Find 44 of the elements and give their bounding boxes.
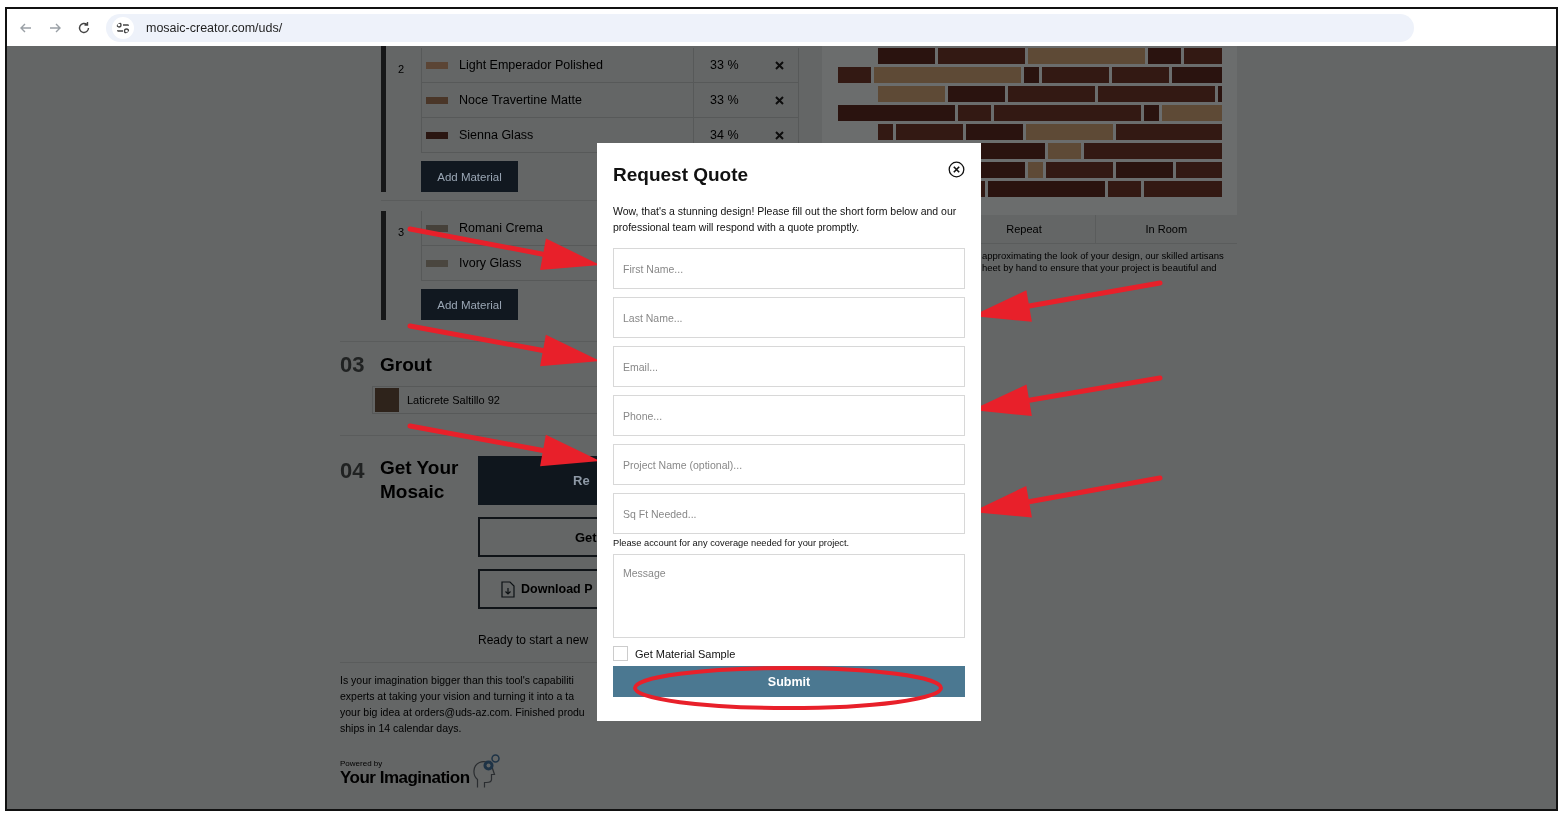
remove-icon[interactable] [775,95,784,105]
material-row[interactable]: Light Emperador Polished 33 % [421,48,799,83]
footer-paragraph: Is your imagination bigger than this tool's capabiliti experts at taking your vision and turning it into a ta your big idea at orders@uds-az.com. Finished produ ships in 14 calendar days. [340,673,585,736]
view-tab[interactable]: In Room [1094,215,1237,243]
head-gears-icon [471,754,500,788]
input-field[interactable]: Project Name (optional)... [613,444,965,485]
powered-by-caption: Powered by [340,759,384,768]
logo-wordmark: Your Imagination [340,768,470,788]
add-material-button[interactable]: Add Material [421,289,518,320]
url-text: mosaic-creator.com/uds/ [146,20,283,35]
input-field[interactable]: Sq Ft Needed... [613,493,965,534]
section-number: 03 [340,352,366,379]
section-title: Get Your Mosaic [380,456,460,504]
material-percent: 33 % [693,48,763,82]
checkbox[interactable] [613,646,628,661]
material-name: Romani Crema [459,221,544,235]
checkbox-label: Get Material Sample [635,647,736,660]
material-name: Sienna Glass [459,128,534,142]
input-field[interactable]: Last Name... [613,297,965,338]
group-number: 2 [397,62,406,77]
grout-name: Laticrete Saltillo 92 [407,394,500,406]
material-percent: 33 % [693,83,763,117]
address-bar[interactable]: mosaic-creator.com/uds/ [106,13,1414,42]
input-field[interactable]: Email... [613,346,965,387]
site-settings-icon[interactable] [112,16,134,39]
section-number: 04 [340,457,366,485]
reload-icon[interactable] [77,20,91,35]
input-field[interactable]: First Name... [613,248,965,289]
remove-icon[interactable] [775,130,784,140]
group-number: 3 [397,225,406,240]
material-row[interactable]: Noce Travertine Matte 33 % [421,83,799,118]
input-field[interactable]: Phone... [613,395,965,436]
material-name: Light Emperador Polished [459,58,603,72]
remove-icon[interactable] [775,60,784,70]
message-field[interactable]: Message [613,554,965,638]
close-icon[interactable] [948,161,965,178]
restart-note: Ready to start a new [478,633,590,647]
file-download-icon [501,580,515,598]
material-name: Noce Travertine Matte [459,93,582,107]
description-text: approximating the look of your design, our skilled artisans heet by hand to ensure that your project is beautiful and [982,250,1225,274]
add-material-button[interactable]: Add Material [421,161,518,192]
dialog-title: Request Quote [613,164,749,186]
material-name: Ivory Glass [459,256,522,270]
section-title: Grout [380,353,433,377]
